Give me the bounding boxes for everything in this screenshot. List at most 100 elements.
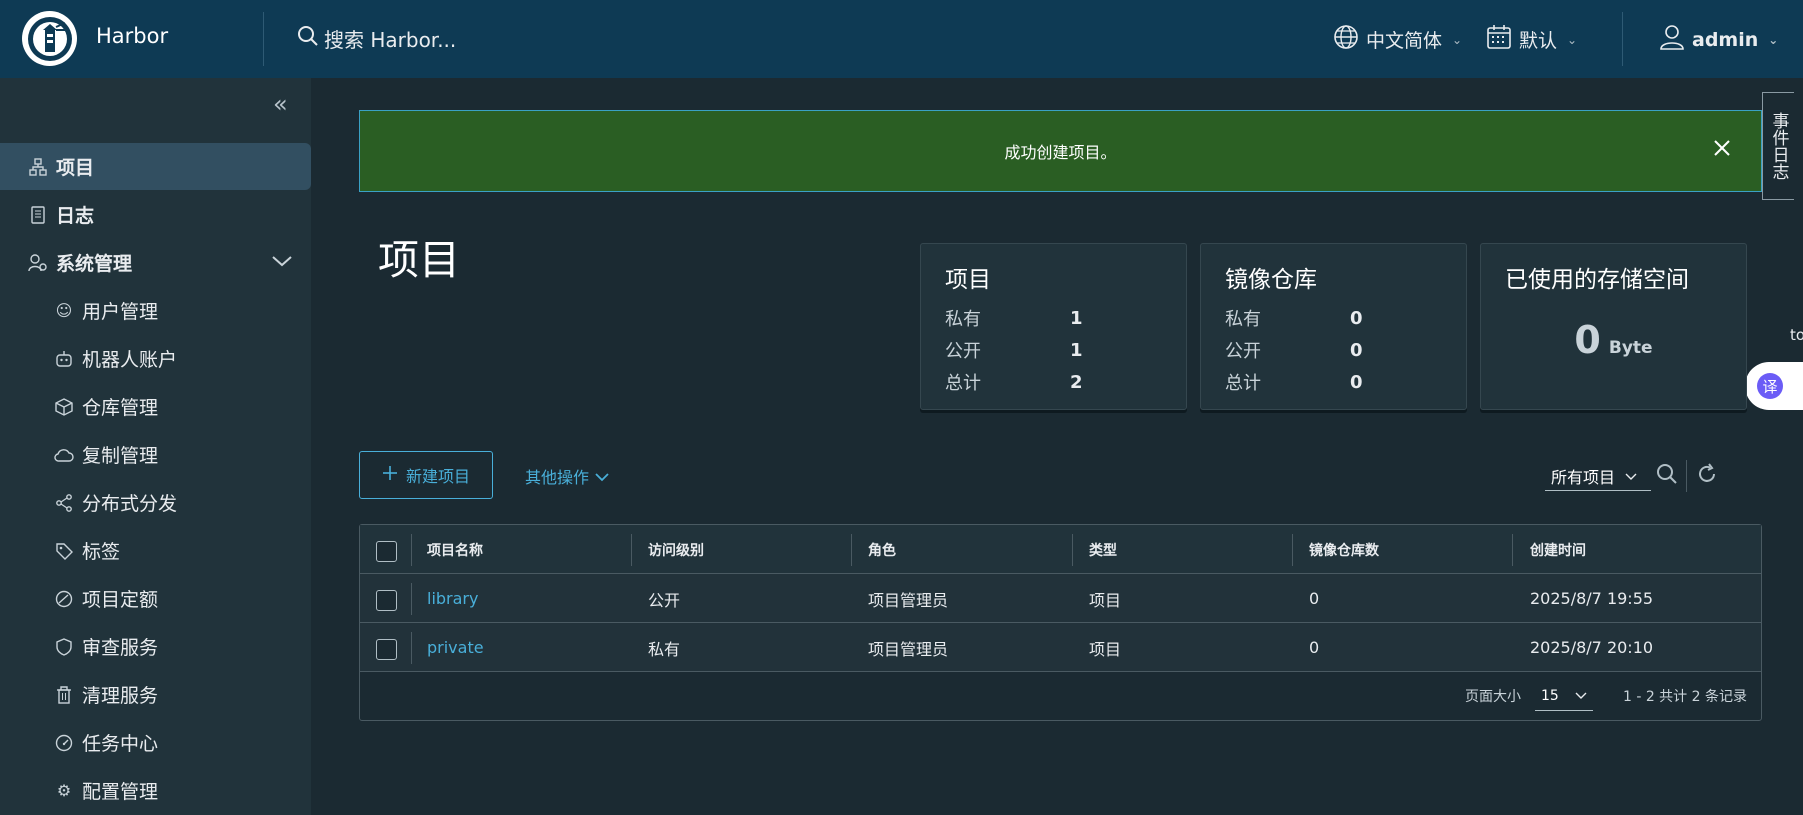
sidebar-item-label: 项目	[56, 157, 95, 179]
translate-button[interactable]: 译	[1745, 362, 1803, 410]
access-level: 私有	[648, 639, 681, 659]
card-title: 镜像仓库	[1225, 267, 1317, 293]
column-divider	[411, 534, 412, 566]
trash-icon	[52, 685, 76, 704]
type: 项目	[1089, 590, 1122, 610]
users-icon: ☺	[55, 301, 73, 320]
brand-name[interactable]: Harbor	[96, 24, 168, 48]
column-header-type[interactable]: 类型	[1089, 525, 1117, 574]
chevron-down-icon	[1625, 466, 1637, 485]
sidebar-item-interrogation-services[interactable]: 审查服务	[0, 623, 311, 670]
sidebar-item-replications[interactable]: 复制管理	[0, 431, 311, 478]
user-menu[interactable]: admin ⌄	[1659, 24, 1778, 55]
sidebar-item-quotas[interactable]: 项目定额	[0, 575, 311, 622]
select-all-checkbox[interactable]	[376, 541, 397, 562]
type: 项目	[1089, 639, 1122, 659]
table-footer: 页面大小 15 1 - 2 共计 2 条记录	[360, 672, 1761, 720]
column-header-role[interactable]: 角色	[868, 525, 896, 574]
column-divider[interactable]	[1072, 534, 1073, 566]
projects-table: 项目名称 访问级别 角色 类型 镜像仓库数 创建时间 library 公开 项目…	[359, 524, 1762, 721]
column-header-name[interactable]: 项目名称	[427, 525, 483, 574]
search-icon[interactable]	[1655, 462, 1679, 490]
creation-time: 2025/8/7 20:10	[1530, 638, 1654, 657]
sidebar-item-labels[interactable]: 标签	[0, 527, 311, 574]
sidebar-item-label: 用户管理	[82, 301, 159, 323]
card-row: 公开 1	[945, 334, 1162, 366]
dashboard-icon	[52, 734, 76, 752]
sidebar-item-robot-accounts[interactable]: 机器人账户	[0, 335, 311, 382]
sidebar-item-logs[interactable]: 日志	[0, 191, 311, 238]
header-divider	[263, 12, 264, 66]
toolbar-divider	[1686, 460, 1687, 492]
column-divider[interactable]	[1512, 534, 1513, 566]
card-row: 总计 0	[1225, 366, 1442, 398]
sidebar-item-label: 项目定额	[82, 589, 159, 611]
success-alert: 成功创建项目。	[359, 110, 1762, 192]
sidebar-item-projects[interactable]: 项目	[0, 143, 311, 190]
clipped-text: to	[1790, 326, 1803, 344]
repo-count: 0	[1309, 638, 1320, 657]
row-checkbox[interactable]	[376, 590, 397, 611]
new-project-button[interactable]: 新建项目	[359, 451, 493, 499]
close-icon[interactable]	[1713, 135, 1731, 163]
globe-icon	[1333, 24, 1359, 55]
refresh-icon[interactable]	[1695, 462, 1719, 490]
username: admin	[1692, 28, 1759, 51]
event-log-tab[interactable]: 事件日志	[1762, 92, 1794, 200]
sidebar-item-label: 标签	[82, 541, 121, 563]
language-selector[interactable]: 中文简体 ⌄	[1333, 24, 1462, 55]
project-filter-select[interactable]: 所有项目	[1545, 461, 1651, 491]
card-title: 已使用的存储空间	[1505, 267, 1689, 293]
projects-icon	[26, 157, 50, 176]
harbor-logo[interactable]	[22, 11, 77, 66]
row-label: 私有	[1225, 309, 1261, 330]
event-log-label: 事件日志	[1768, 112, 1789, 180]
row-label: 私有	[945, 309, 981, 330]
sidebar-item-administration[interactable]: 系统管理	[0, 239, 311, 286]
datetime-format-selector[interactable]: 默认 ⌄	[1486, 24, 1577, 55]
admin-icon	[26, 253, 50, 272]
project-name-link[interactable]: private	[427, 623, 484, 672]
global-search[interactable]: 搜索 Harbor...	[296, 24, 456, 53]
row-value: 1	[1070, 339, 1083, 361]
page-title: 项目	[378, 236, 460, 284]
row-label: 总计	[1225, 373, 1261, 394]
sidebar-item-configuration[interactable]: ⚙ 配置管理	[0, 767, 311, 814]
sidebar-item-distributions[interactable]: 分布式分发	[0, 479, 311, 526]
project-name-link[interactable]: library	[427, 574, 478, 623]
page-size-select[interactable]: 15	[1534, 681, 1593, 711]
column-header-creation-time[interactable]: 创建时间	[1530, 525, 1586, 574]
table-row[interactable]: private 私有 项目管理员 项目 0 2025/8/7 20:10	[360, 623, 1761, 672]
storage-value: 0	[1574, 318, 1601, 362]
card-row: 总计 2	[945, 366, 1162, 398]
column-header-access-level[interactable]: 访问级别	[648, 525, 704, 574]
other-actions-label: 其他操作	[525, 468, 590, 487]
row-value: 0	[1350, 307, 1363, 329]
search-placeholder: 搜索 Harbor...	[324, 28, 457, 52]
table-row[interactable]: library 公开 项目管理员 项目 0 2025/8/7 19:55	[360, 574, 1761, 623]
collapse-sidebar-icon[interactable]: «	[273, 90, 288, 118]
robot-icon	[52, 350, 76, 368]
row-checkbox[interactable]	[376, 639, 397, 660]
column-divider[interactable]	[631, 534, 632, 566]
row-label: 总计	[945, 373, 981, 394]
sidebar-item-users[interactable]: ☺ 用户管理	[0, 287, 311, 334]
sidebar-item-label: 分布式分发	[82, 493, 178, 515]
project-filter-value: 所有项目	[1551, 467, 1616, 487]
calendar-icon	[1486, 24, 1512, 55]
alert-message: 成功创建项目。	[1004, 143, 1117, 162]
projects-summary-card: 项目 私有 1 公开 1 总计 2	[920, 243, 1187, 410]
column-divider[interactable]	[1292, 534, 1293, 566]
column-header-repo-count[interactable]: 镜像仓库数	[1309, 525, 1379, 574]
sidebar-item-clean-up[interactable]: 清理服务	[0, 671, 311, 718]
column-divider	[411, 632, 412, 664]
row-label: 公开	[1225, 341, 1261, 362]
other-actions-dropdown[interactable]: 其他操作	[525, 464, 609, 488]
sidebar-item-job-service[interactable]: 任务中心	[0, 719, 311, 766]
new-project-label: 新建项目	[405, 467, 470, 486]
sidebar-item-registries[interactable]: 仓库管理	[0, 383, 311, 430]
role: 项目管理员	[868, 639, 949, 659]
column-divider[interactable]	[851, 534, 852, 566]
chevron-down-icon	[595, 467, 609, 486]
cloud-icon	[52, 447, 76, 463]
